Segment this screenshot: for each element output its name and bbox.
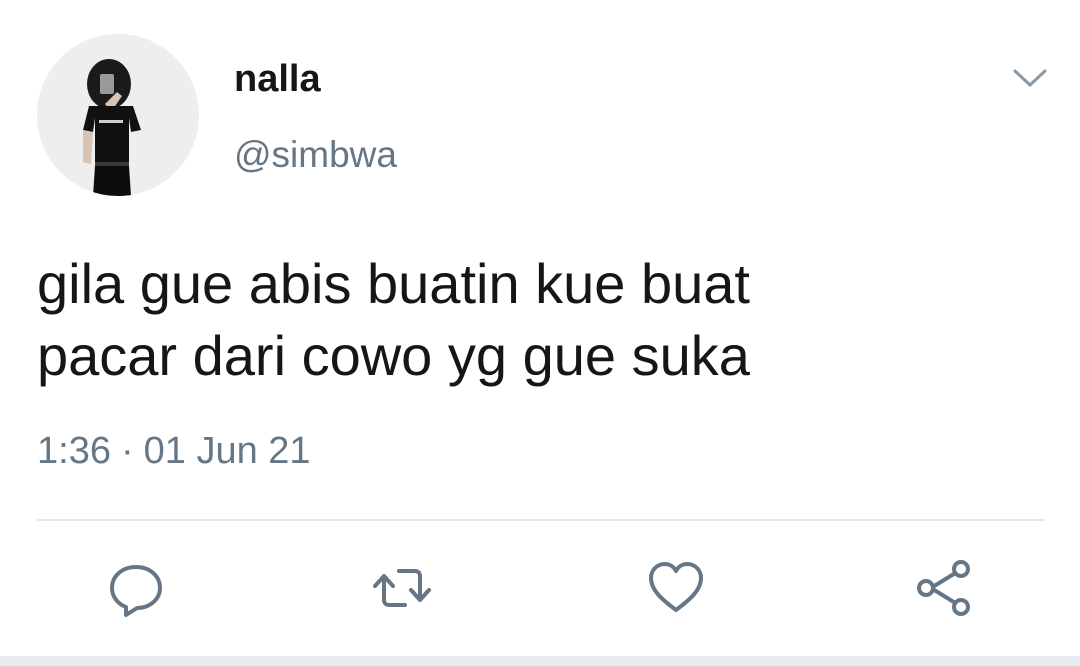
retweet-icon	[373, 569, 431, 607]
avatar-image	[37, 34, 199, 196]
share-icon	[917, 560, 970, 616]
display-name[interactable]: nalla	[234, 60, 321, 98]
divider	[37, 519, 1045, 521]
like-button[interactable]	[646, 558, 706, 618]
heart-icon	[649, 562, 703, 612]
tweet-timestamp[interactable]: 1:36 · 01 Jun 21	[37, 432, 311, 470]
tweet-date: 01 Jun 21	[143, 430, 311, 472]
bottom-border	[0, 656, 1080, 666]
reply-button[interactable]	[106, 558, 166, 618]
tweet-text: gila gue abis buatin kue buat pacar dari…	[37, 252, 750, 387]
share-button[interactable]	[914, 558, 974, 618]
reply-icon	[110, 565, 162, 617]
tweet-card: nalla @simbwa gila gue abis buatin kue b…	[0, 0, 1080, 666]
user-handle[interactable]: @simbwa	[234, 136, 397, 173]
meta-separator: ·	[120, 430, 134, 472]
avatar[interactable]	[37, 34, 199, 196]
tweet-menu-button[interactable]	[1012, 66, 1048, 90]
retweet-button[interactable]	[372, 558, 432, 618]
chevron-down-icon	[1013, 69, 1047, 87]
tweet-time: 1:36	[37, 430, 111, 472]
